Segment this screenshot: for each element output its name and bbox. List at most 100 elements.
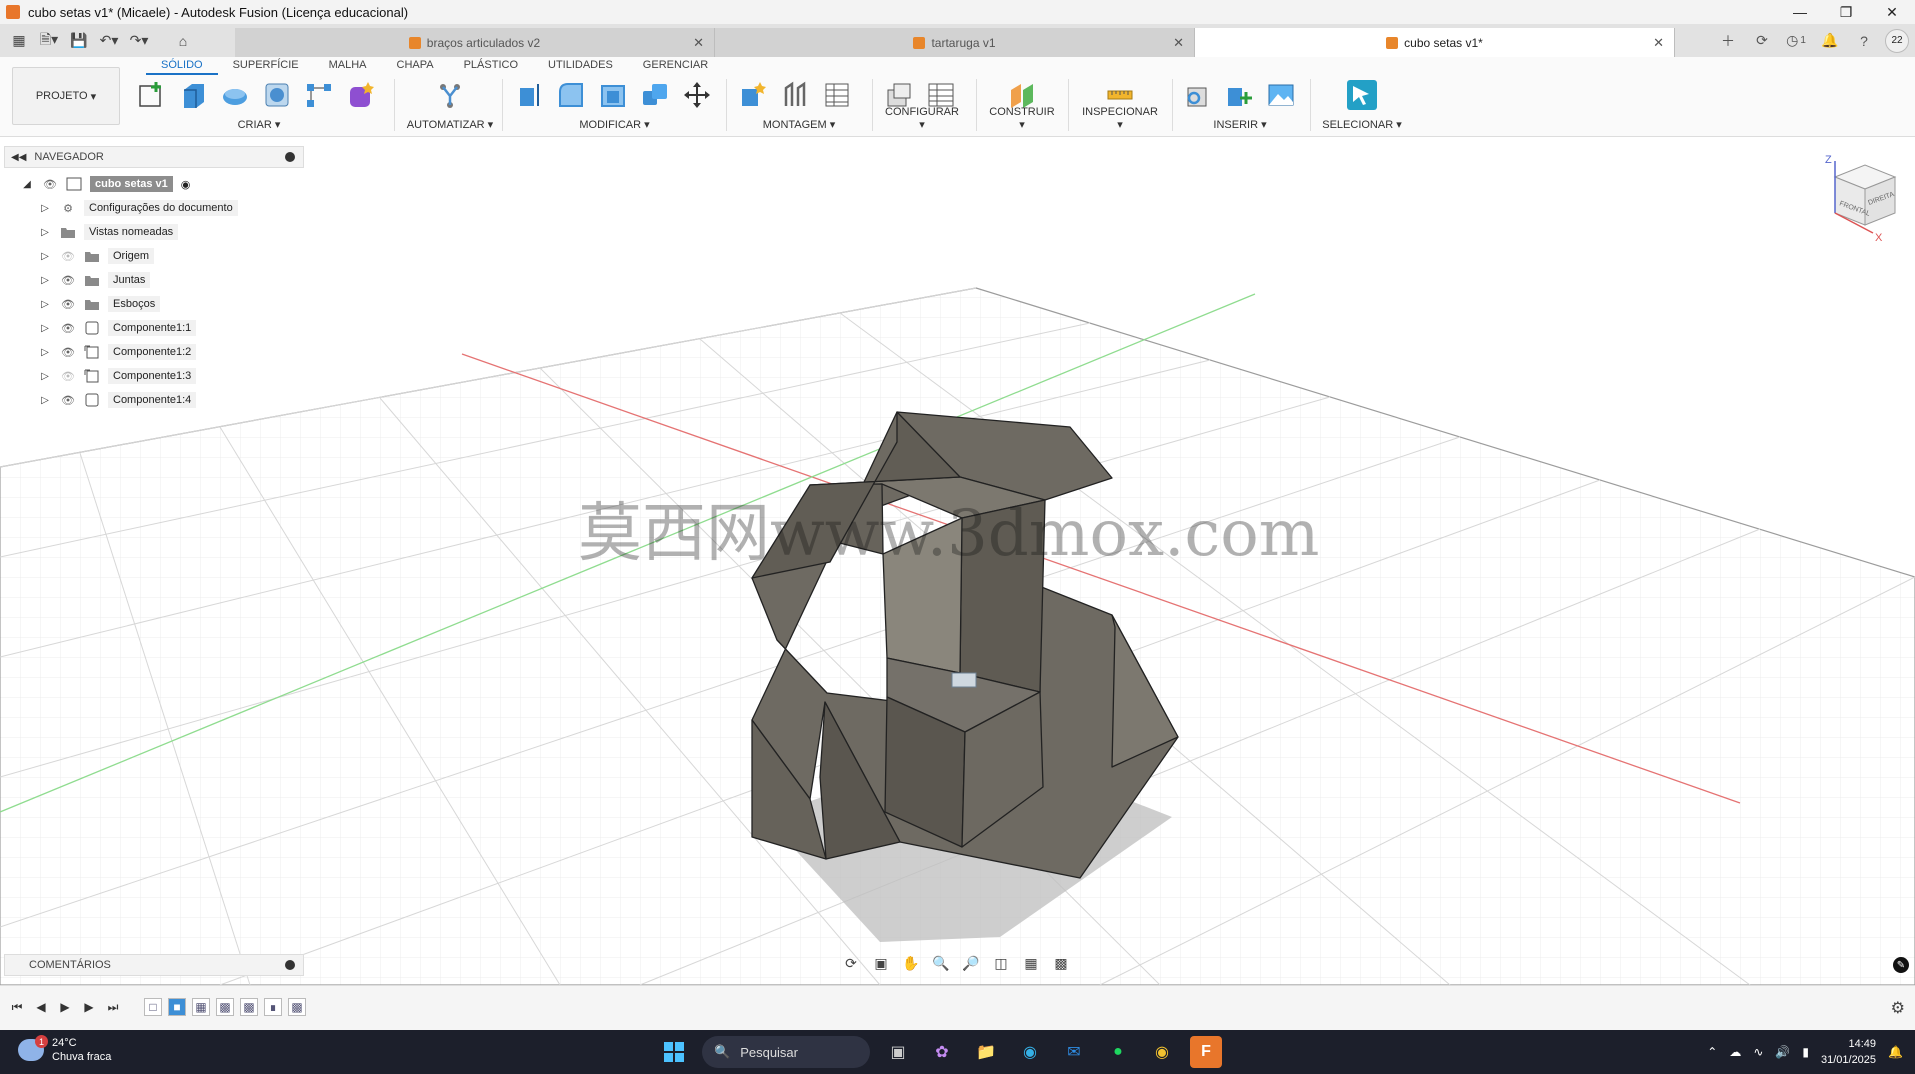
- tab-chapa[interactable]: CHAPA: [382, 57, 449, 75]
- tree-item-sketches[interactable]: ▷ 👁 Esboços: [4, 292, 304, 316]
- navigator-header[interactable]: ◀◀ NAVEGADOR: [4, 146, 304, 168]
- press-pull-icon[interactable]: [512, 78, 546, 112]
- create-sketch-icon[interactable]: [134, 78, 168, 112]
- undo-icon[interactable]: ↶▾: [96, 29, 122, 53]
- fit-zoom-icon[interactable]: 🔎: [960, 953, 982, 973]
- visibility-eye-icon[interactable]: 👁: [60, 298, 76, 311]
- visibility-eye-icon[interactable]: 👁: [60, 274, 76, 287]
- minimize-button[interactable]: —: [1777, 0, 1823, 24]
- create-form-icon[interactable]: [344, 78, 378, 112]
- doc-tab-tartaruga[interactable]: tartaruga v1 ✕: [715, 28, 1195, 57]
- configure-group-label[interactable]: CONFIGURAR ▾: [882, 106, 962, 131]
- tab-superficie[interactable]: SUPERFÍCIE: [218, 57, 314, 75]
- expand-triangle-icon[interactable]: ▷: [38, 273, 52, 287]
- task-view-icon[interactable]: ▣: [882, 1036, 914, 1068]
- extensions-icon[interactable]: ⟳: [1749, 28, 1775, 54]
- chrome-icon[interactable]: ◉: [1146, 1036, 1178, 1068]
- close-tab-icon[interactable]: ✕: [1653, 35, 1664, 51]
- project-menu-button[interactable]: PROJETO ▾: [12, 67, 120, 125]
- step-forward-icon[interactable]: ▶: [80, 998, 98, 1016]
- taskbar-search-box[interactable]: 🔍 Pesquisar: [702, 1036, 870, 1068]
- go-to-start-icon[interactable]: ⏮: [8, 998, 26, 1016]
- expand-triangle-icon[interactable]: ▷: [38, 345, 52, 359]
- expand-triangle-icon[interactable]: ▷: [38, 393, 52, 407]
- notification-center-bell-icon[interactable]: 🔔: [1888, 1045, 1903, 1059]
- assemble-group-label[interactable]: MONTAGEM ▾: [736, 118, 862, 131]
- activate-radio-icon[interactable]: ◉: [181, 178, 191, 191]
- zoom-icon[interactable]: 🔍: [930, 953, 952, 973]
- combine-icon[interactable]: [638, 78, 672, 112]
- tree-item-joints[interactable]: ▷ 👁 Juntas: [4, 268, 304, 292]
- pattern-icon[interactable]: [302, 78, 336, 112]
- expand-triangle-icon[interactable]: ▷: [38, 249, 52, 263]
- taskbar-clock[interactable]: 14:49 31/01/2025: [1821, 1036, 1876, 1068]
- tab-utilidades[interactable]: UTILIDADES: [533, 57, 628, 75]
- modify-group-label[interactable]: MODIFICAR ▾: [512, 118, 717, 131]
- select-group-label[interactable]: SELECIONAR ▾: [1320, 118, 1404, 131]
- weather-widget[interactable]: 1 24°C Chuva fraca: [18, 1035, 111, 1064]
- tab-gerenciar[interactable]: GERENCIAR: [628, 57, 723, 75]
- insert-derive-icon[interactable]: [1180, 78, 1214, 112]
- app-grid-icon[interactable]: ▦: [6, 29, 32, 53]
- visibility-eye-icon[interactable]: 👁: [60, 394, 76, 407]
- collapse-triangle-icon[interactable]: ◢: [20, 177, 34, 191]
- display-settings-icon[interactable]: ◫: [990, 953, 1012, 973]
- tree-item-component-2[interactable]: ▷ 👁 Componente1:2: [4, 340, 304, 364]
- onedrive-cloud-icon[interactable]: ☁: [1729, 1045, 1741, 1059]
- insert-mesh-icon[interactable]: [1222, 78, 1256, 112]
- user-avatar[interactable]: 22: [1885, 28, 1909, 53]
- tree-root-node[interactable]: ◢ 👁 cubo setas v1 ◉: [4, 172, 304, 196]
- revolve-icon[interactable]: [218, 78, 252, 112]
- create-group-label[interactable]: CRIAR ▾: [134, 118, 384, 131]
- volume-icon[interactable]: 🔊: [1775, 1045, 1790, 1059]
- expand-triangle-icon[interactable]: ▷: [38, 225, 52, 239]
- play-icon[interactable]: ▶: [56, 998, 74, 1016]
- tree-item-component-1[interactable]: ▷ 👁 Componente1:1: [4, 316, 304, 340]
- wifi-icon[interactable]: ∿: [1753, 1045, 1763, 1059]
- timeline-extrude-feature[interactable]: ■: [168, 998, 186, 1016]
- new-tab-plus-icon[interactable]: ＋: [1715, 28, 1741, 54]
- visibility-eye-icon[interactable]: 👁: [60, 346, 76, 359]
- notifications-bell-icon[interactable]: 🔔: [1817, 28, 1843, 54]
- file-explorer-icon[interactable]: 📁: [970, 1036, 1002, 1068]
- timeline-joint-feature[interactable]: ∎: [264, 998, 282, 1016]
- add-comment-icon[interactable]: [285, 960, 295, 970]
- fillet-icon[interactable]: [554, 78, 588, 112]
- insert-canvas-icon[interactable]: [1264, 78, 1298, 112]
- tab-malha[interactable]: MALHA: [314, 57, 382, 75]
- automate-group-label[interactable]: AUTOMATIZAR ▾: [404, 118, 496, 131]
- viewports-icon[interactable]: ▩: [1050, 953, 1072, 973]
- expand-triangle-icon[interactable]: ▷: [38, 369, 52, 383]
- file-menu-icon[interactable]: 🗎▾: [36, 29, 62, 53]
- timeline-component-feature[interactable]: ▩: [288, 998, 306, 1016]
- save-icon[interactable]: 💾: [66, 29, 92, 53]
- joint-icon[interactable]: [778, 78, 812, 112]
- visibility-eye-icon[interactable]: 👁: [42, 178, 58, 191]
- windows-start-icon[interactable]: [658, 1036, 690, 1068]
- help-icon[interactable]: ?: [1851, 28, 1877, 54]
- pan-hand-icon[interactable]: ✋: [900, 953, 922, 973]
- doc-tab-cubo-setas[interactable]: cubo setas v1* ✕: [1195, 28, 1675, 57]
- extrude-icon[interactable]: [176, 78, 210, 112]
- edge-browser-icon[interactable]: ◉: [1014, 1036, 1046, 1068]
- battery-icon[interactable]: ▮: [1802, 1045, 1809, 1059]
- look-at-icon[interactable]: ▣: [870, 953, 892, 973]
- shell-icon[interactable]: [596, 78, 630, 112]
- home-icon[interactable]: ⌂: [170, 29, 196, 53]
- timeline-component-feature[interactable]: ▩: [240, 998, 258, 1016]
- move-copy-icon[interactable]: [680, 78, 714, 112]
- expand-triangle-icon[interactable]: ▷: [38, 297, 52, 311]
- tab-solido[interactable]: SÓLIDO: [146, 57, 218, 75]
- new-component-icon[interactable]: [736, 78, 770, 112]
- hidden-eye-icon[interactable]: 👁: [60, 370, 76, 383]
- tree-item-component-4[interactable]: ▷ 👁 Componente1:4: [4, 388, 304, 412]
- spotify-icon[interactable]: ●: [1102, 1036, 1134, 1068]
- hole-icon[interactable]: [260, 78, 294, 112]
- show-hidden-icons-chevron[interactable]: ⌃: [1707, 1045, 1717, 1059]
- viewcube[interactable]: FRONTAL DIREITA Z X: [1813, 155, 1903, 255]
- tree-item-named-views[interactable]: ▷ Vistas nomeadas: [4, 220, 304, 244]
- close-window-button[interactable]: ✕: [1869, 0, 1915, 24]
- close-tab-icon[interactable]: ✕: [693, 35, 704, 51]
- timeline-component-feature[interactable]: ▩: [216, 998, 234, 1016]
- outlook-icon[interactable]: ✉: [1058, 1036, 1090, 1068]
